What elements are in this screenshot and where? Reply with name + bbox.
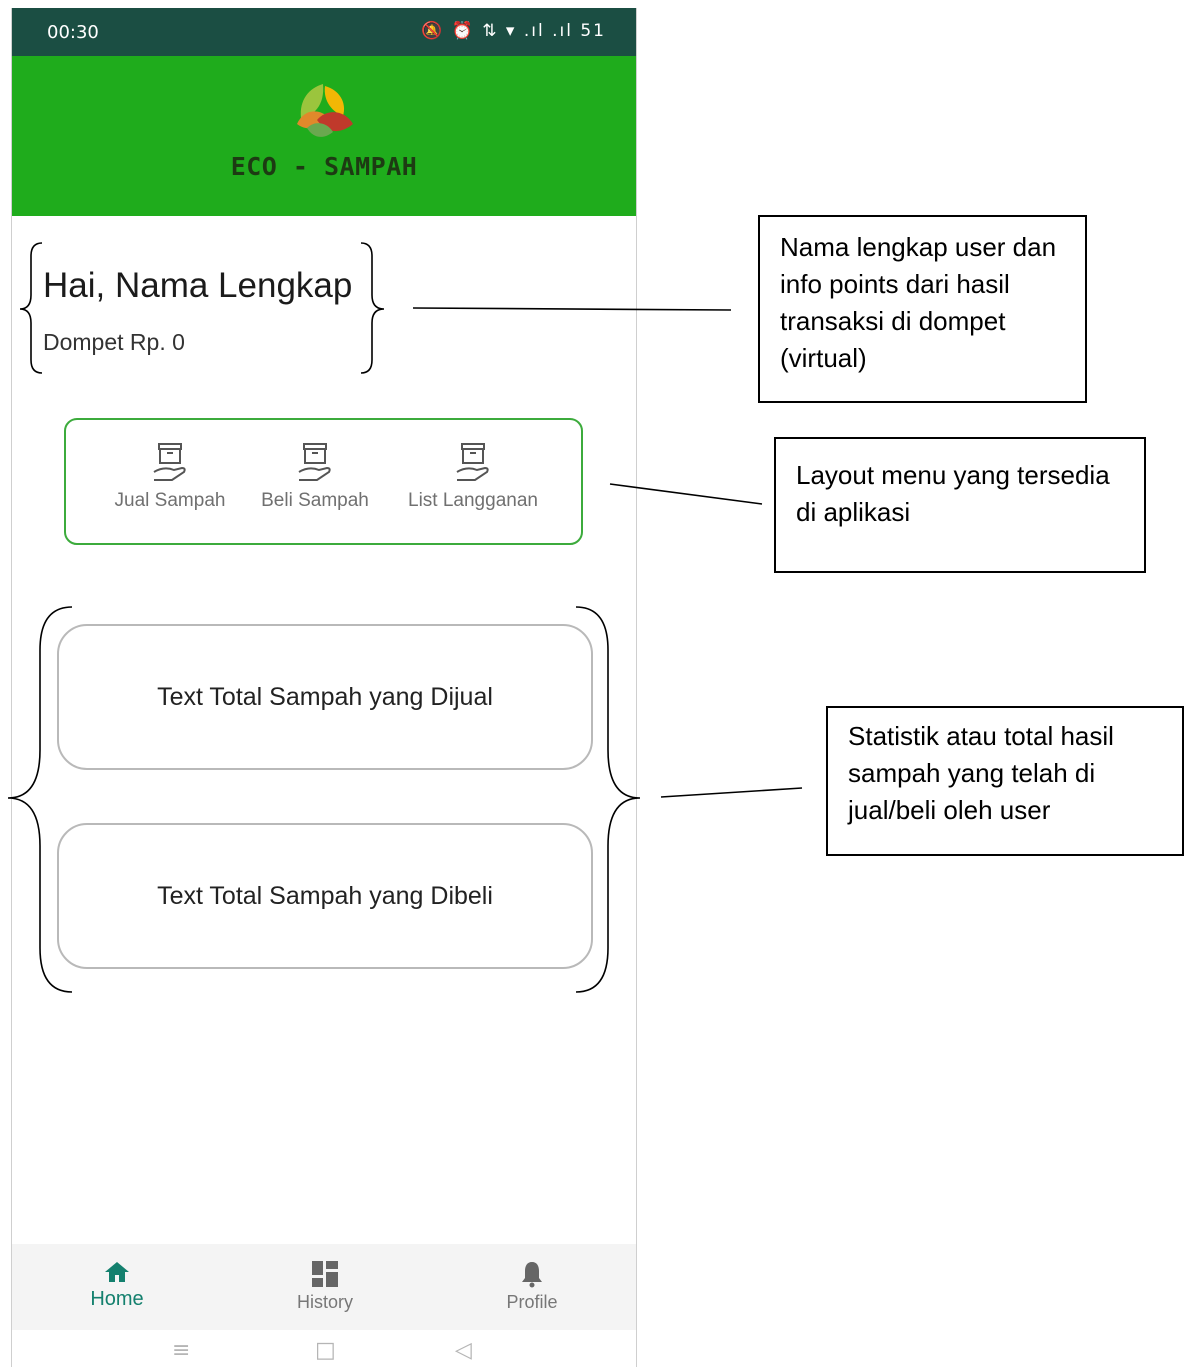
system-navigation-bar: ≡ □ ◁ <box>12 1330 636 1367</box>
menu-jual-sampah[interactable]: Jual Sampah <box>106 442 234 512</box>
stat-sold-text: Text Total Sampah yang Dijual <box>157 682 493 711</box>
stat-card-bought: Text Total Sampah yang Dibeli <box>57 823 593 969</box>
home-button-icon[interactable]: □ <box>315 1338 336 1363</box>
menu-label: List Langganan <box>408 490 538 511</box>
stat-card-sold: Text Total Sampah yang Dijual <box>57 624 593 770</box>
nav-label: History <box>296 1292 353 1312</box>
connector-stats <box>660 787 803 798</box>
menu-card: Jual Sampah Beli Sampah List Langganan <box>64 418 583 545</box>
status-time: 00:30 <box>47 22 99 43</box>
bottom-navigation: Home History Profile <box>12 1244 636 1330</box>
home-icon <box>105 1262 129 1282</box>
annotation-statistics: Statistik atau total hasil sampah yang t… <box>826 706 1184 856</box>
status-icons: 🔕 ⏰ ⇅ ▾ .ıl .ıl 51 <box>421 21 606 41</box>
stat-bought-text: Text Total Sampah yang Dibeli <box>157 881 493 910</box>
dashboard-icon <box>312 1261 338 1287</box>
box-hand-icon <box>456 443 489 481</box>
nav-profile[interactable]: Profile <box>487 1260 577 1313</box>
menu-beli-sampah[interactable]: Beli Sampah <box>255 442 375 512</box>
annotation-user-info: Nama lengkap user dan info points dari h… <box>758 215 1087 403</box>
phone-screen: 00:30 🔕 ⏰ ⇅ ▾ .ıl .ıl 51 ECO - SAMPAH Ha… <box>11 8 637 1367</box>
box-hand-icon <box>153 443 186 481</box>
menu-label: Jual Sampah <box>114 490 226 511</box>
wallet-balance: Dompet Rp. 0 <box>43 329 185 355</box>
status-bar: 00:30 🔕 ⏰ ⇅ ▾ .ıl .ıl 51 <box>12 8 636 56</box>
box-hand-icon <box>298 443 331 481</box>
app-header: ECO - SAMPAH <box>12 56 636 216</box>
nav-history[interactable]: History <box>280 1260 370 1313</box>
menu-label: Beli Sampah <box>261 490 369 511</box>
back-button-icon[interactable]: ◁ <box>455 1338 472 1363</box>
app-title: ECO - SAMPAH <box>230 152 418 181</box>
nav-home[interactable]: Home <box>72 1260 162 1311</box>
menu-list-langganan[interactable]: List Langganan <box>398 442 548 512</box>
greeting-text: Hai, Nama Lengkap <box>43 266 353 305</box>
recent-apps-icon[interactable]: ≡ <box>172 1338 190 1363</box>
nav-label: Profile <box>506 1292 558 1312</box>
annotation-menu-layout: Layout menu yang tersedia di aplikasi <box>774 437 1146 573</box>
leaves-logo-icon <box>297 84 353 137</box>
bell-icon <box>522 1262 542 1288</box>
nav-label: Home <box>90 1288 144 1310</box>
